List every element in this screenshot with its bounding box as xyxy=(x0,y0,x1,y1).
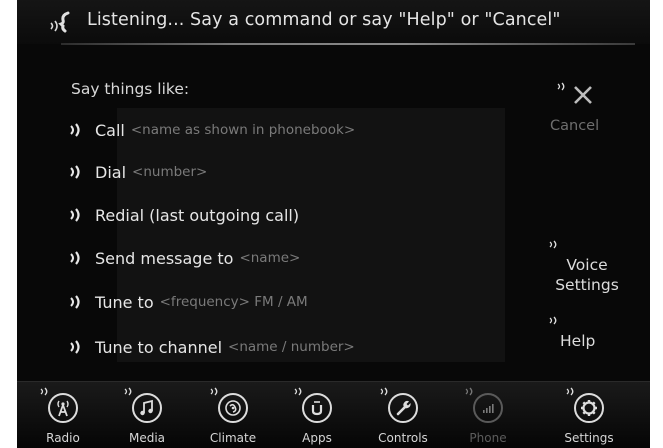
speak-icon xyxy=(70,208,80,222)
voice-settings-line2: Settings xyxy=(555,276,619,294)
say-things-title: Say things like: xyxy=(71,80,190,98)
dock-label: Climate xyxy=(209,431,257,445)
command-dial[interactable]: Dial <number> xyxy=(67,160,207,184)
speak-mini-icon xyxy=(549,240,557,249)
dock-apps[interactable]: Apps xyxy=(279,382,355,448)
dock-climate[interactable]: Climate xyxy=(195,382,271,448)
command-hint: <name / number> xyxy=(228,339,355,355)
command-hint: <name as shown in phonebook> xyxy=(130,122,356,138)
listening-status-text: Listening... Say a command or say "Help"… xyxy=(87,10,561,30)
status-header: Listening... Say a command or say "Help"… xyxy=(17,0,650,45)
close-icon[interactable] xyxy=(572,84,594,106)
command-label: Send message to xyxy=(95,248,234,268)
bottom-dock: Radio Media Climate Apps Controls Phone … xyxy=(17,381,650,448)
command-redial[interactable]: Redial (last outgoing call) xyxy=(67,203,299,227)
command-label: Call xyxy=(95,120,125,140)
climate-icon xyxy=(225,400,241,416)
header-divider xyxy=(61,43,635,45)
command-hint: <name> xyxy=(239,250,301,266)
dock-settings[interactable]: Settings xyxy=(551,382,627,448)
command-label: Redial (last outgoing call) xyxy=(95,205,300,225)
dock-label: Radio xyxy=(46,431,80,445)
dock-label: Controls xyxy=(378,431,428,445)
speak-icon xyxy=(70,295,80,309)
dock-radio[interactable]: Radio xyxy=(25,382,101,448)
command-label: Tune to xyxy=(95,292,154,312)
cancel-button[interactable]: Cancel xyxy=(550,118,599,134)
voice-settings-button[interactable]: Voice Settings xyxy=(553,255,621,295)
controls-icon xyxy=(396,400,411,416)
command-label: Dial xyxy=(95,162,127,182)
help-button[interactable]: Help xyxy=(560,332,595,350)
phone-icon xyxy=(483,404,494,413)
dock-label: Phone xyxy=(469,431,507,445)
dock-label: Apps xyxy=(302,431,332,445)
dock-controls[interactable]: Controls xyxy=(365,382,441,448)
apps-icon xyxy=(311,401,323,416)
dock-label: Settings xyxy=(564,431,614,445)
speak-icon xyxy=(70,123,80,137)
speak-icon xyxy=(70,165,80,179)
dock-media[interactable]: Media xyxy=(109,382,185,448)
voice-recognition-icon xyxy=(50,11,70,33)
speak-mini-icon xyxy=(549,316,557,325)
command-tune-to-channel[interactable]: Tune to channel <name / number> xyxy=(67,335,355,359)
dock-phone[interactable]: Phone xyxy=(450,382,526,448)
settings-icon xyxy=(581,400,597,416)
voice-settings-line1: Voice xyxy=(566,256,608,274)
media-icon xyxy=(140,399,153,416)
command-hint: <frequency> FM / AM xyxy=(159,294,308,310)
speak-icon xyxy=(70,340,80,354)
radio-icon xyxy=(57,400,69,417)
speak-mini-icon xyxy=(557,82,565,91)
command-send-message[interactable]: Send message to <name> xyxy=(67,246,300,270)
speak-icon xyxy=(70,251,80,265)
command-tune-to[interactable]: Tune to <frequency> FM / AM xyxy=(67,290,308,314)
command-label: Tune to channel xyxy=(95,337,223,357)
commands-panel xyxy=(117,108,505,362)
command-hint: <number> xyxy=(132,164,208,180)
dock-label: Media xyxy=(128,431,166,445)
uconnect-screen: Listening... Say a command or say "Help"… xyxy=(17,0,650,448)
command-call[interactable]: Call <name as shown in phonebook> xyxy=(67,118,355,142)
